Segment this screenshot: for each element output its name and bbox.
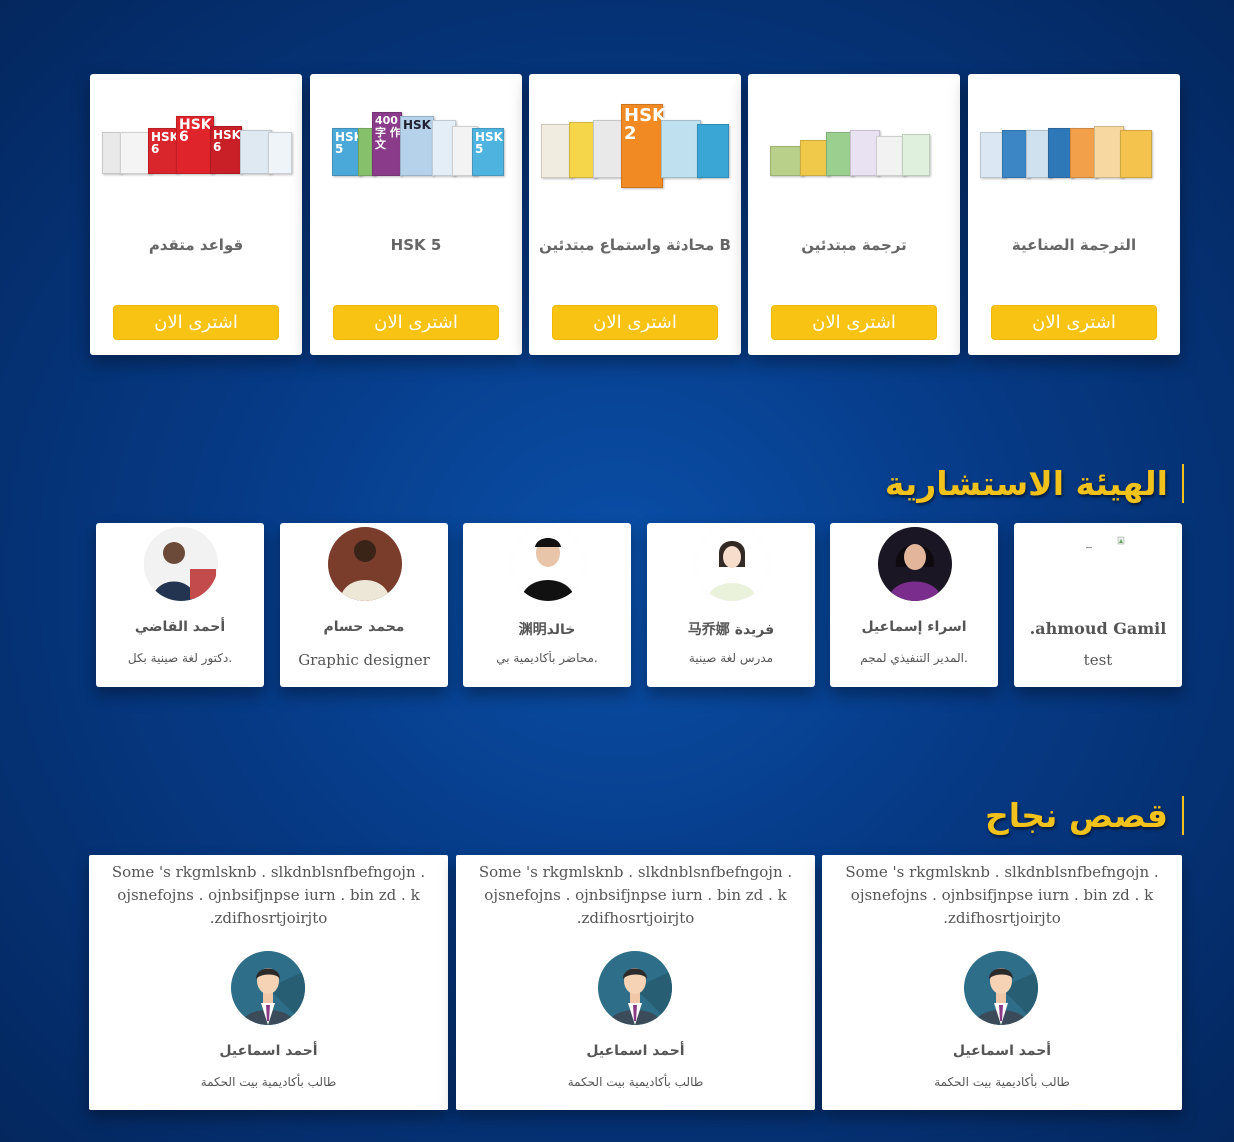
story-author-name: أحمد اسماعيل bbox=[219, 1043, 318, 1059]
story-card[interactable]: Some 's rkgmlsknb . slkdnblsnfbefngojn .… bbox=[822, 855, 1182, 1110]
advisor-avatar bbox=[511, 527, 585, 601]
user-avatar-icon bbox=[598, 951, 672, 1025]
advisor-avatar bbox=[144, 527, 218, 601]
advisor-role: محاضر بأكاديمية بي. bbox=[496, 651, 598, 665]
advisor-avatar bbox=[695, 527, 769, 601]
course-title: محادثة واستماع مبتدئين B bbox=[539, 236, 731, 254]
advisors-row: أحمد القاضي دكتور لغة صينية بكل. محمد حس… bbox=[96, 523, 1182, 687]
advisor-avatar bbox=[328, 527, 402, 601]
course-card[interactable]: HSK 5 400字 作文 HSK HSK 5 HSK 5 اشترى الان bbox=[310, 74, 522, 355]
story-author-name: أحمد اسماعيل bbox=[586, 1043, 685, 1059]
course-card[interactable]: ترجمة مبتدئين اشترى الان bbox=[748, 74, 960, 355]
buy-now-button[interactable]: اشترى الان bbox=[552, 305, 718, 340]
advisor-card[interactable]: .ahmoud Gamil test bbox=[1014, 523, 1182, 687]
buy-now-button[interactable]: اشترى الان bbox=[991, 305, 1157, 340]
course-title: الترجمة الصناعية bbox=[1011, 236, 1137, 254]
advisor-name: أحمد القاضي bbox=[134, 619, 226, 635]
story-card[interactable]: Some 's rkgmlsknb . slkdnblsnfbefngojn .… bbox=[89, 855, 448, 1110]
story-author-name: أحمد اسماعيل bbox=[952, 1043, 1052, 1059]
story-text: Some 's rkgmlsknb . slkdnblsnfbefngojn .… bbox=[478, 863, 793, 927]
story-card[interactable]: Some 's rkgmlsknb . slkdnblsnfbefngojn .… bbox=[456, 855, 815, 1110]
user-avatar-icon bbox=[231, 951, 305, 1025]
advisor-name: .ahmoud Gamil bbox=[1029, 619, 1167, 638]
story-text: Some 's rkgmlsknb . slkdnblsnfbefngojn .… bbox=[111, 863, 426, 927]
story-author-role: طالب بأكاديمية بيت الحكمة bbox=[567, 1075, 704, 1089]
advisor-name: 渊明خالد bbox=[518, 622, 576, 638]
advisor-name: اسراء إسماعيل bbox=[861, 619, 967, 635]
course-title: HSK 5 bbox=[390, 236, 442, 254]
advisor-card[interactable]: اسراء إسماعيل المدير التنفيذي لمجم. bbox=[830, 523, 998, 687]
course-title: قواعد متقدم bbox=[148, 236, 244, 254]
buy-now-button[interactable]: اشترى الان bbox=[113, 305, 279, 340]
advisor-avatar bbox=[878, 527, 952, 601]
advisor-card[interactable]: محمد حسام Graphic designer bbox=[280, 523, 448, 687]
buy-now-button[interactable]: اشترى الان bbox=[333, 305, 499, 340]
broken-image-icon bbox=[1062, 527, 1136, 601]
story-text: Some 's rkgmlsknb . slkdnblsnfbefngojn .… bbox=[845, 863, 1159, 927]
advisory-heading: الهيئة الاستشارية bbox=[885, 464, 1184, 503]
advisor-name: محمد حسام bbox=[323, 619, 405, 635]
story-author-role: طالب بأكاديمية بيت الحكمة bbox=[934, 1075, 1070, 1089]
buy-now-button[interactable]: اشترى الان bbox=[771, 305, 937, 340]
user-avatar-icon bbox=[964, 951, 1038, 1025]
success-stories-heading: قصص نجاح bbox=[985, 796, 1184, 835]
advisor-role: Graphic designer bbox=[298, 651, 430, 669]
advisor-card[interactable]: 马乔娜 فريدة مدرس لغة صينية bbox=[647, 523, 815, 687]
course-card[interactable]: HSK 2 محادثة واستماع مبتدئين B اشترى الا… bbox=[529, 74, 741, 355]
story-author-role: طالب بأكاديمية بيت الحكمة bbox=[200, 1075, 337, 1089]
course-card[interactable]: الترجمة الصناعية اشترى الان bbox=[968, 74, 1180, 355]
advisor-name: 马乔娜 فريدة bbox=[687, 622, 775, 638]
success-stories-row: Some 's rkgmlsknb . slkdnblsnfbefngojn .… bbox=[89, 855, 1182, 1110]
courses-row: HSK 6 HSK 6 HSK 6 قواعد متقدم اشترى الان… bbox=[90, 74, 1180, 355]
advisor-role: مدرس لغة صينية bbox=[688, 651, 774, 665]
course-card[interactable]: HSK 6 HSK 6 HSK 6 قواعد متقدم اشترى الان bbox=[90, 74, 302, 355]
advisor-role: المدير التنفيذي لمجم. bbox=[860, 651, 968, 665]
advisor-card[interactable]: 渊明خالد محاضر بأكاديمية بي. bbox=[463, 523, 631, 687]
advisor-role: test bbox=[1083, 651, 1113, 669]
advisor-role: دكتور لغة صينية بكل. bbox=[127, 651, 233, 665]
course-title: ترجمة مبتدئين bbox=[801, 236, 907, 254]
advisor-card[interactable]: أحمد القاضي دكتور لغة صينية بكل. bbox=[96, 523, 264, 687]
